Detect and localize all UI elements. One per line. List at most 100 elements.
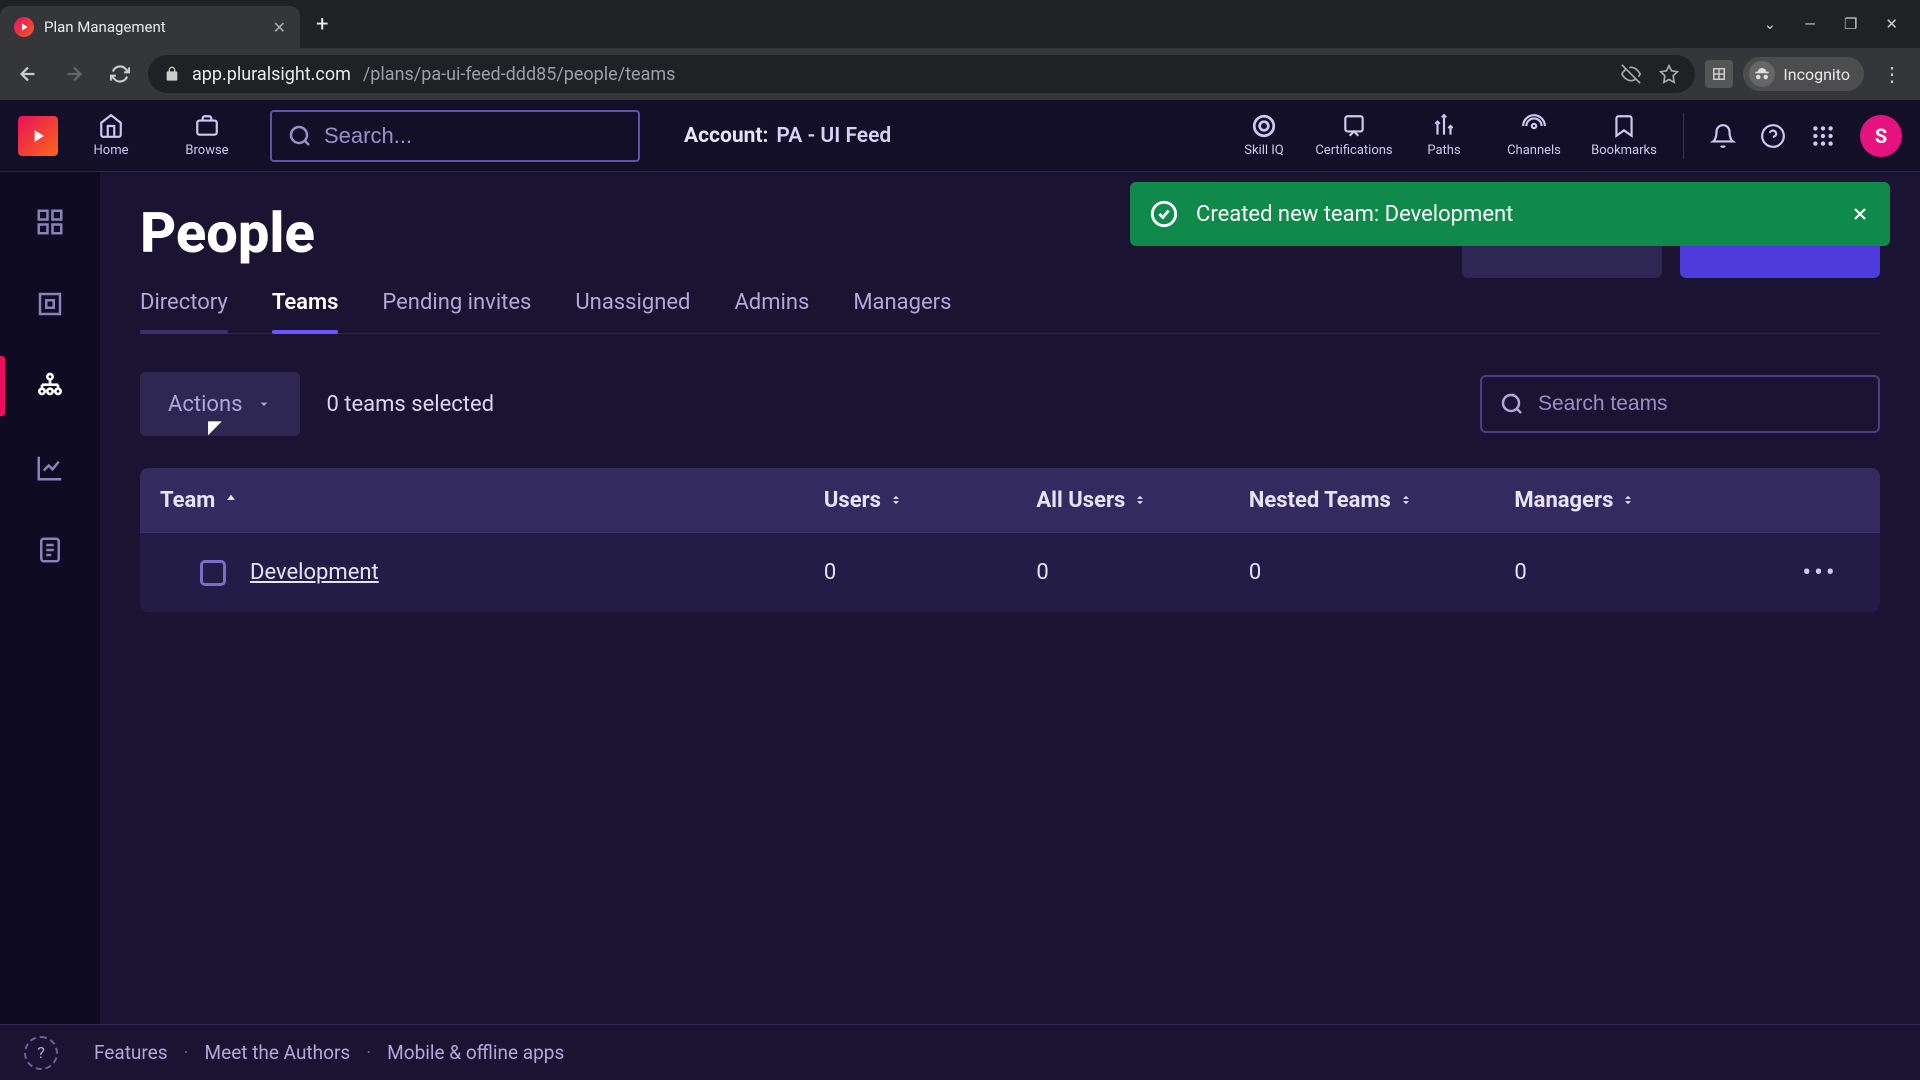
- global-search[interactable]: [270, 110, 640, 162]
- url-path: /plans/pa-ui-feed-ddd85/people/teams: [363, 64, 676, 85]
- th-all-users-label: All Users: [1036, 488, 1125, 513]
- toolbar: Actions 0 teams selected: [140, 372, 1880, 436]
- actions-label: Actions: [168, 392, 242, 417]
- log-icon: [35, 535, 65, 565]
- help-button[interactable]: [1750, 113, 1796, 159]
- url-host: app.pluralsight.com: [192, 64, 351, 85]
- tab-teams[interactable]: Teams: [272, 290, 339, 333]
- table-header: Team Users All Users Nested Teams Manage…: [140, 468, 1880, 532]
- window-maximize-icon[interactable]: ❐: [1844, 15, 1857, 33]
- extensions-icon[interactable]: [1705, 60, 1733, 88]
- footer-help-icon[interactable]: ?: [24, 1036, 58, 1070]
- th-users[interactable]: Users: [824, 488, 1036, 513]
- toast-close-icon[interactable]: [1850, 204, 1870, 224]
- row-checkbox[interactable]: [200, 560, 226, 586]
- team-link[interactable]: Development: [250, 560, 379, 585]
- row-menu-button[interactable]: •••: [1780, 558, 1860, 588]
- nav-skilliq-label: Skill IQ: [1244, 143, 1284, 158]
- sidebar-item-log[interactable]: [26, 526, 74, 574]
- th-users-label: Users: [824, 488, 881, 513]
- back-button[interactable]: [10, 56, 46, 92]
- selection-count: 0 teams selected: [326, 392, 494, 417]
- incognito-icon: [1749, 61, 1775, 87]
- tab-favicon: [14, 17, 34, 37]
- sort-icon: [1399, 493, 1413, 507]
- team-search[interactable]: [1480, 375, 1880, 433]
- th-nested-teams[interactable]: Nested Teams: [1249, 488, 1515, 513]
- tabs: Directory Teams Pending invites Unassign…: [140, 290, 1880, 334]
- tab-unassigned[interactable]: Unassigned: [575, 290, 690, 333]
- browser-tab[interactable]: Plan Management ✕: [0, 6, 300, 48]
- nav-certifications[interactable]: Certifications: [1311, 106, 1397, 166]
- sort-icon: [889, 493, 903, 507]
- tab-close-icon[interactable]: ✕: [273, 18, 286, 37]
- nav-paths[interactable]: Paths: [1401, 106, 1487, 166]
- th-managers-label: Managers: [1514, 488, 1613, 513]
- th-managers[interactable]: Managers: [1514, 488, 1780, 513]
- team-search-input[interactable]: [1538, 392, 1860, 416]
- nav-skilliq[interactable]: Skill IQ: [1221, 106, 1307, 166]
- nav-channels[interactable]: Channels: [1491, 106, 1577, 166]
- sort-asc-icon: [223, 492, 239, 508]
- app-logo[interactable]: [18, 116, 58, 156]
- analytics-icon: [35, 453, 65, 483]
- caret-down-icon: [256, 396, 272, 412]
- apps-button[interactable]: [1800, 113, 1846, 159]
- new-tab-button[interactable]: +: [300, 12, 344, 37]
- toast-success: Created new team: Development: [1130, 182, 1890, 246]
- search-icon: [288, 124, 312, 148]
- sidebar-item-dashboard[interactable]: [26, 198, 74, 246]
- cell-users: 0: [824, 560, 1036, 585]
- cell-nested-teams: 0: [1249, 560, 1515, 585]
- sidebar-item-analytics[interactable]: [26, 444, 74, 492]
- certifications-icon: [1341, 113, 1367, 139]
- bookmarks-icon: [1611, 113, 1637, 139]
- incognito-chip[interactable]: Incognito: [1743, 57, 1864, 91]
- footer-link-authors[interactable]: Meet the Authors: [205, 1041, 351, 1064]
- footer: ? Features · Meet the Authors · Mobile &…: [0, 1024, 1920, 1080]
- tab-managers[interactable]: Managers: [853, 290, 951, 333]
- th-team[interactable]: Team: [160, 488, 824, 513]
- footer-link-mobile[interactable]: Mobile & offline apps: [387, 1041, 564, 1064]
- address-bar[interactable]: app.pluralsight.com/plans/pa-ui-feed-ddd…: [148, 55, 1695, 93]
- app-header: Home Browse Account: PA - UI Feed Skill …: [0, 100, 1920, 172]
- tab-dropdown-icon[interactable]: ⌄: [1764, 15, 1777, 33]
- global-search-input[interactable]: [324, 123, 622, 149]
- nav-bookmarks-label: Bookmarks: [1591, 143, 1657, 158]
- window-minimize-icon[interactable]: ―: [1804, 15, 1816, 33]
- nav-home[interactable]: Home: [68, 106, 154, 166]
- window-close-icon[interactable]: ✕: [1885, 15, 1898, 33]
- nav-bookmarks[interactable]: Bookmarks: [1581, 106, 1667, 166]
- paths-icon: [1431, 113, 1457, 139]
- tab-directory[interactable]: Directory: [140, 290, 228, 333]
- browser-menu-icon[interactable]: ⋮: [1874, 62, 1910, 86]
- footer-link-features[interactable]: Features: [94, 1041, 168, 1064]
- account-value: PA - UI Feed: [776, 124, 891, 148]
- avatar-initial: S: [1875, 124, 1887, 148]
- nav-browse[interactable]: Browse: [164, 106, 250, 166]
- nav-channels-label: Channels: [1507, 143, 1561, 158]
- toast-message: Created new team: Development: [1196, 202, 1513, 227]
- tab-pending-invites[interactable]: Pending invites: [382, 290, 531, 333]
- eye-off-icon[interactable]: [1621, 64, 1641, 84]
- incognito-label: Incognito: [1783, 65, 1850, 84]
- forward-button[interactable]: [56, 56, 92, 92]
- sidebar: [0, 172, 100, 1024]
- apps-grid-icon: [1810, 123, 1836, 149]
- dashboard-icon: [35, 207, 65, 237]
- avatar[interactable]: S: [1860, 115, 1902, 157]
- sidebar-item-people[interactable]: [26, 362, 74, 410]
- channels-icon: [1521, 113, 1547, 139]
- reload-button[interactable]: [102, 56, 138, 92]
- cell-all-users: 0: [1036, 560, 1248, 585]
- cell-managers: 0: [1514, 560, 1780, 585]
- th-all-users[interactable]: All Users: [1036, 488, 1248, 513]
- tab-admins[interactable]: Admins: [734, 290, 809, 333]
- browse-icon: [194, 113, 220, 139]
- actions-dropdown[interactable]: Actions: [140, 372, 300, 436]
- sidebar-item-priorities[interactable]: [26, 280, 74, 328]
- table-row: Development 0 0 0 0 •••: [140, 532, 1880, 612]
- star-icon[interactable]: [1659, 64, 1679, 84]
- notifications-button[interactable]: [1700, 113, 1746, 159]
- nav-certifications-label: Certifications: [1315, 143, 1392, 158]
